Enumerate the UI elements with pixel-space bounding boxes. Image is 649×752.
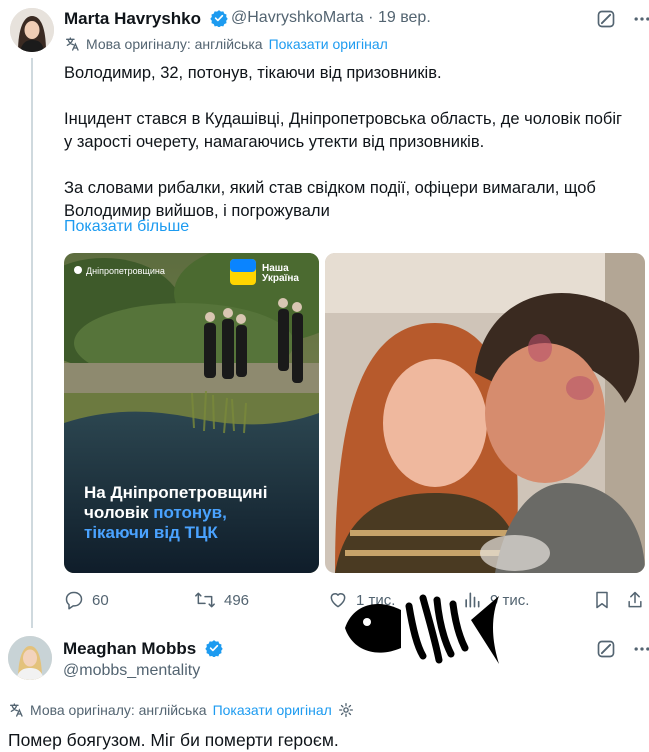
verified-icon xyxy=(205,640,223,657)
headline-line-1: На Дніпропетровщині xyxy=(84,483,268,502)
headline-highlight: потонув, xyxy=(153,503,227,522)
grok-icon[interactable] xyxy=(596,9,616,29)
tweet-date[interactable]: 19 вер. xyxy=(378,9,431,26)
tweet-paragraph-1: Володимир, 32, потонув, тікаючи від приз… xyxy=(64,64,442,82)
show-original-link-2[interactable]: Показати оригінал xyxy=(213,702,332,718)
avatar-meaghan[interactable] xyxy=(8,636,52,680)
translation-note: Мова оригіналу: англійська xyxy=(86,36,263,52)
thread-line xyxy=(31,58,33,628)
tweet-paragraph-2: Інцидент стався в Кудашівці, Дніпропетро… xyxy=(64,110,623,151)
tweet-paragraph-3: За словами рибалки, який став свідком по… xyxy=(64,179,596,220)
grok-icon[interactable] xyxy=(596,639,616,659)
tweet-body: Володимир, 32, потонув, тікаючи від приз… xyxy=(64,62,634,223)
translation-bar-2: Мова оригіналу: англійська Показати ориг… xyxy=(8,702,354,718)
author-meta: @HavryshkoMarta · 19 вер. xyxy=(231,9,431,27)
verified-icon xyxy=(210,10,228,27)
bookmark-icon[interactable] xyxy=(593,590,611,610)
avatar-marta[interactable] xyxy=(10,8,54,52)
author-name-2-text[interactable]: Meaghan Mobbs xyxy=(63,639,196,658)
author-name-text[interactable]: Marta Havryshko xyxy=(64,9,201,28)
tweet2-top-actions xyxy=(596,639,649,659)
retweet-count: 496 xyxy=(224,591,250,609)
tweet-action-bar: 60 496 1 тис. 9 тис. xyxy=(0,588,649,614)
author-name[interactable]: Marta Havryshko xyxy=(64,9,228,29)
headline-line-3: тікаючи від ТЦК xyxy=(84,523,218,542)
retweet-button[interactable]: 496 xyxy=(194,590,249,610)
more-icon[interactable] xyxy=(632,9,649,29)
retweet-icon xyxy=(195,592,215,608)
author-name-2[interactable]: Meaghan Mobbs xyxy=(63,639,223,659)
show-original-link[interactable]: Показати оригінал xyxy=(269,36,388,52)
translate-icon xyxy=(66,37,79,51)
translate-icon xyxy=(10,703,23,717)
badge-line-2: Україна xyxy=(262,273,299,284)
couple-photo-art xyxy=(325,253,645,573)
gear-icon[interactable] xyxy=(338,702,354,718)
author-handle[interactable]: @HavryshkoMarta xyxy=(231,9,364,26)
tweet-marta: Marta Havryshko @HavryshkoMarta · 19 вер… xyxy=(0,0,649,630)
tweet-top-actions xyxy=(596,9,649,29)
translation-note-2: Мова оригіналу: англійська xyxy=(30,702,207,718)
fish-logo xyxy=(345,594,499,664)
media-news-photo[interactable]: Дніпропетровщина Наша Україна На Дніпроп… xyxy=(64,253,319,573)
tweet2-body: Помер боягузом. Міг би померти героєм. xyxy=(8,730,339,750)
reply-button[interactable]: 60 xyxy=(64,590,109,610)
reply-icon xyxy=(65,591,83,610)
more-icon[interactable] xyxy=(632,639,649,659)
share-icon[interactable] xyxy=(626,590,644,610)
author-handle-2[interactable]: @mobbs_mentality xyxy=(63,662,200,680)
translation-bar: Мова оригіналу: англійська Показати ориг… xyxy=(64,36,388,52)
headline-line-2: чоловік xyxy=(84,503,154,522)
location-label: Дніпропетровщина xyxy=(86,266,165,276)
show-more-link[interactable]: Показати більше xyxy=(64,218,189,236)
reply-count: 60 xyxy=(92,591,109,609)
news-headline: На Дніпропетровщині чоловік потонув, тік… xyxy=(84,483,267,543)
media-couple-photo[interactable] xyxy=(325,253,645,573)
separator: · xyxy=(368,9,374,26)
